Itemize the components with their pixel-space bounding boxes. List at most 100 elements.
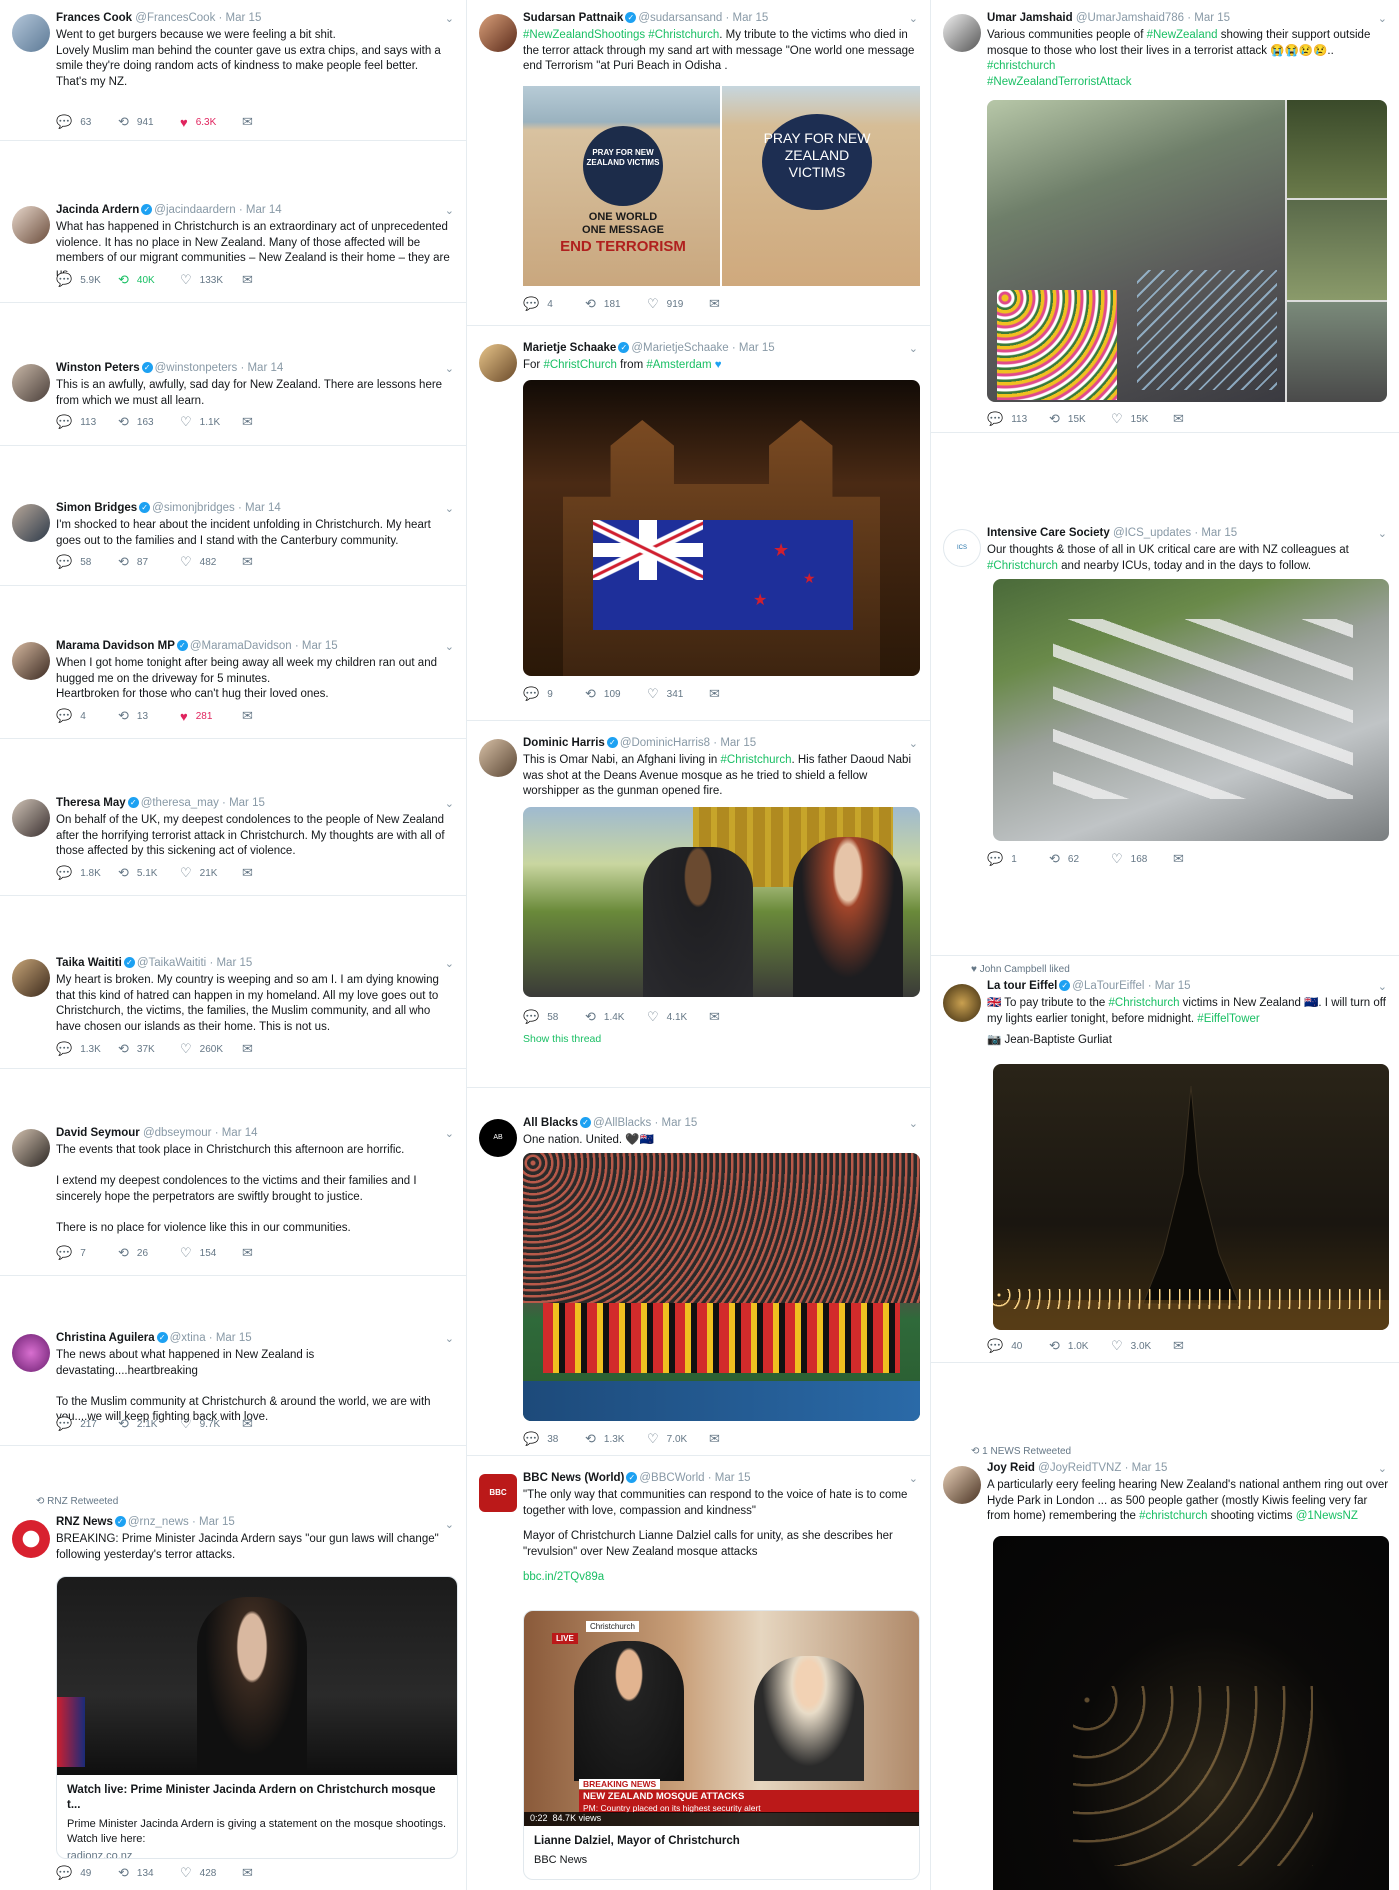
tweet-frances-cook[interactable]: ⌄ Frances Cook @FrancesCook · Mar 15 Wen… <box>0 0 466 150</box>
tweet-date[interactable]: · Mar 15 <box>725 12 768 24</box>
author-handle[interactable]: @rnz_news <box>128 1516 189 1528</box>
author-name[interactable]: Frances Cook <box>56 12 132 24</box>
author-name[interactable]: Umar Jamshaid <box>987 12 1073 24</box>
dm-button[interactable]: ✉ <box>242 1245 304 1261</box>
avatar[interactable]: ICS <box>943 529 981 567</box>
author-handle[interactable]: @dbseymour <box>143 1127 212 1139</box>
author-handle[interactable]: @JoyReidTVNZ <box>1038 1462 1121 1474</box>
author-name[interactable]: Jacinda Ardern <box>56 204 139 216</box>
tweet-joy-reid[interactable]: ⟲ 1 NEWS Retweeted ⌄ Joy Reid @JoyReidTV… <box>931 1440 1399 1890</box>
avatar[interactable] <box>12 959 50 997</box>
tweet-jacinda-ardern[interactable]: ⌄ Jacinda Ardern ✓ @jacindaardern · Mar 14… <box>0 192 466 302</box>
tweet-image-collage[interactable] <box>987 100 1387 402</box>
author-name[interactable]: La tour Eiffel <box>987 980 1057 992</box>
reply-button[interactable]: 💬 5.9K <box>56 272 118 288</box>
tweet-date[interactable]: · Mar 14 <box>240 362 283 374</box>
retweet-button[interactable]: ⟲ 109 <box>585 686 647 702</box>
like-button[interactable]: ♡ 7.0K <box>647 1431 709 1447</box>
reply-button[interactable]: 💬 4 <box>523 296 585 312</box>
like-button[interactable]: ♡ 341 <box>647 686 709 702</box>
like-button[interactable]: ♡ 482 <box>180 554 242 570</box>
author-handle[interactable]: @jacindaardern <box>154 204 235 216</box>
author-handle[interactable]: @BBCWorld <box>639 1472 704 1484</box>
author-handle[interactable]: @MarietjeSchaake <box>631 342 728 354</box>
avatar[interactable] <box>479 739 517 777</box>
dm-button[interactable]: ✉ <box>709 1431 771 1447</box>
author-name[interactable]: BBC News (World) <box>523 1472 624 1484</box>
retweet-button[interactable]: ⟲ 13 <box>118 708 180 724</box>
tweet-date[interactable]: · Mar 15 <box>1194 527 1237 539</box>
reply-button[interactable]: 💬 1.3K <box>56 1041 118 1057</box>
author-handle[interactable]: @DominicHarris8 <box>620 737 710 749</box>
tweet-sudarsan-pattnaik[interactable]: ⌄ Sudarsan Pattnaik ✓ @sudarsansand · Mar … <box>467 0 930 325</box>
retweet-button[interactable]: ⟲ 134 <box>118 1865 180 1881</box>
retweet-button[interactable]: ⟲ 62 <box>1049 851 1111 867</box>
author-name[interactable]: Marietje Schaake <box>523 342 616 354</box>
tweet-date[interactable]: · Mar 15 <box>1125 1462 1168 1474</box>
tweet-date[interactable]: · Mar 14 <box>239 204 282 216</box>
tweet-la-tour-eiffel[interactable]: ♥ John Campbell liked ⌄ La tour Eiffel ✓ @… <box>931 958 1399 1358</box>
tweet-simon-bridges[interactable]: ⌄ Simon Bridges ✓ @simonjbridges · Mar 14 … <box>0 490 466 585</box>
reply-button[interactable]: 💬 63 <box>56 114 118 130</box>
tweet-date[interactable]: · Mar 15 <box>1187 12 1230 24</box>
author-handle[interactable]: @LaTourEiffel <box>1072 980 1144 992</box>
dm-button[interactable]: ✉ <box>1173 1338 1235 1354</box>
reply-button[interactable]: 💬 113 <box>987 411 1049 427</box>
dm-button[interactable]: ✉ <box>1173 411 1235 427</box>
author-handle[interactable]: @theresa_may <box>141 797 219 809</box>
hashtag[interactable]: #Christchurch <box>1109 997 1180 1009</box>
reply-button[interactable]: 💬 38 <box>523 1431 585 1447</box>
retweet-button[interactable]: ⟲ 941 <box>118 114 180 130</box>
hashtag[interactable]: #NewZealand <box>1147 29 1218 41</box>
avatar[interactable] <box>12 364 50 402</box>
dm-button[interactable]: ✉ <box>709 686 771 702</box>
tweet-umar-jamshaid[interactable]: ⌄ Umar Jamshaid @UmarJamshaid786 · Mar 1… <box>931 0 1399 440</box>
retweet-button[interactable]: ⟲ 1.4K <box>585 1009 647 1025</box>
reply-button[interactable]: 💬 113 <box>56 414 118 430</box>
dm-button[interactable]: ✉ <box>242 114 304 130</box>
like-button[interactable]: ♡ 133K <box>180 272 242 288</box>
author-name[interactable]: Taika Waititi <box>56 957 122 969</box>
author-name[interactable]: Simon Bridges <box>56 502 137 514</box>
reply-button[interactable]: 💬 49 <box>56 1865 118 1881</box>
tweet-date[interactable]: · Mar 15 <box>732 342 775 354</box>
tweet-date[interactable]: · Mar 15 <box>222 797 265 809</box>
avatar[interactable]: BBC <box>479 1474 517 1512</box>
tweet-david-seymour[interactable]: ⌄ David Seymour @dbseymour · Mar 14 The … <box>0 1115 466 1275</box>
tweet-marama-davidson[interactable]: ⌄ Marama Davidson MP ✓ @MaramaDavidson · M… <box>0 628 466 738</box>
retweet-button[interactable]: ⟲ 1.0K <box>1049 1338 1111 1354</box>
dm-button[interactable]: ✉ <box>242 554 304 570</box>
hashtag[interactable]: #NewZealandTerroristAttack <box>987 76 1131 88</box>
like-button[interactable]: ♡ 919 <box>647 296 709 312</box>
dm-button[interactable]: ✉ <box>242 1416 304 1432</box>
tweet-date[interactable]: · Mar 14 <box>215 1127 258 1139</box>
retweet-button[interactable]: ⟲ 40K <box>118 272 180 288</box>
author-name[interactable]: Sudarsan Pattnaik <box>523 12 623 24</box>
tweet-date[interactable]: · Mar 15 <box>1148 980 1191 992</box>
link-card[interactable]: Watch live: Prime Minister Jacinda Arder… <box>56 1576 458 1859</box>
dm-button[interactable]: ✉ <box>242 1865 304 1881</box>
author-handle[interactable]: @AllBlacks <box>593 1117 651 1129</box>
retweet-button[interactable]: ⟲ 37K <box>118 1041 180 1057</box>
author-name[interactable]: Joy Reid <box>987 1462 1035 1474</box>
like-button[interactable]: ♡ 428 <box>180 1865 242 1881</box>
reply-button[interactable]: 💬 40 <box>987 1338 1049 1354</box>
author-name[interactable]: Dominic Harris <box>523 737 605 749</box>
reply-button[interactable]: 💬 217 <box>56 1416 118 1432</box>
tweet-intensive-care-society[interactable]: ICS ⌄ Intensive Care Society @ICS_update… <box>931 515 1399 870</box>
retweet-button[interactable]: ⟲ 2.1K <box>118 1416 180 1432</box>
tweet-image-omar-nabi[interactable] <box>523 807 920 997</box>
author-handle[interactable]: @MaramaDavidson <box>190 640 292 652</box>
retweet-button[interactable]: ⟲ 26 <box>118 1245 180 1261</box>
author-handle[interactable]: @winstonpeters <box>155 362 238 374</box>
author-name[interactable]: All Blacks <box>523 1117 578 1129</box>
like-button[interactable]: ♡ 4.1K <box>647 1009 709 1025</box>
dm-button[interactable]: ✉ <box>242 272 304 288</box>
like-button[interactable]: ♡ 21K <box>180 865 242 881</box>
author-name[interactable]: RNZ News <box>56 1516 113 1528</box>
dm-button[interactable]: ✉ <box>242 414 304 430</box>
tweet-all-blacks[interactable]: AB ⌄ All Blacks ✓ @AllBlacks · Mar 15 One … <box>467 1105 930 1455</box>
author-handle[interactable]: @FrancesCook <box>135 12 215 24</box>
author-name[interactable]: Theresa May <box>56 797 126 809</box>
tweet-taika-waititi[interactable]: ⌄ Taika Waititi ✓ @TaikaWaititi · Mar 15 M… <box>0 945 466 1070</box>
